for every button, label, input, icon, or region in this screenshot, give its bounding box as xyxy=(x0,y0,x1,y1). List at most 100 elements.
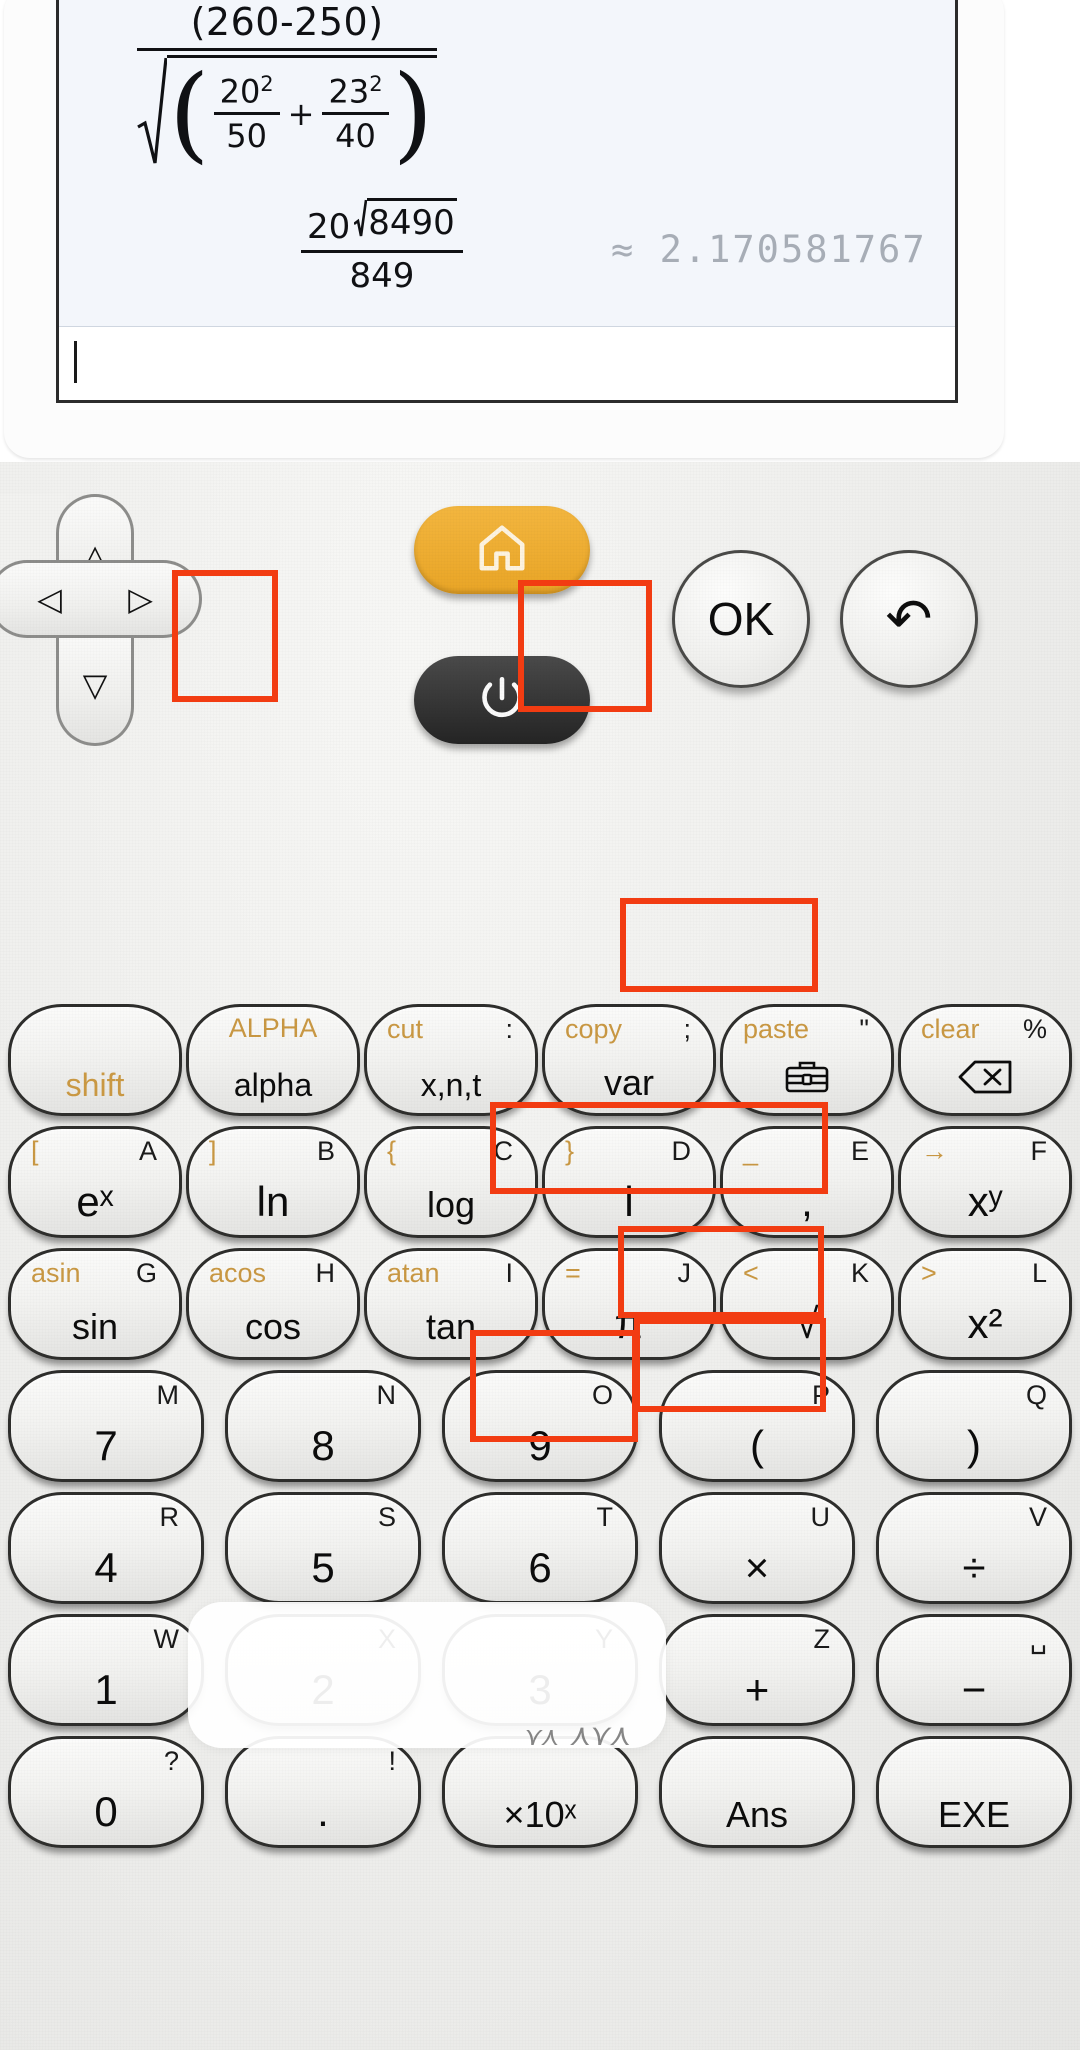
power-icon xyxy=(477,673,527,728)
term-operator: + xyxy=(287,94,315,133)
exact-radicand: 8490 xyxy=(367,198,457,247)
key-alpha[interactable]: ALPHA alpha xyxy=(186,1004,360,1116)
home-button[interactable] xyxy=(414,506,590,594)
expression-denominator: ( 202 50 + 232 40) xyxy=(137,51,438,167)
key-close-paren-alpha-label: Q xyxy=(1025,1380,1047,1410)
ok-button[interactable]: OK xyxy=(672,550,810,688)
key-x-squared[interactable]: > Lx² xyxy=(898,1248,1072,1360)
key-clear[interactable]: clear% xyxy=(898,1004,1072,1116)
back-button[interactable]: ↶ xyxy=(840,550,978,688)
key-nine[interactable]: O9 xyxy=(442,1370,638,1482)
key-eight[interactable]: N8 xyxy=(225,1370,421,1482)
key-one-label: 1 xyxy=(94,1666,118,1713)
arrow-right-icon: ▷ xyxy=(128,581,153,617)
entry-line[interactable] xyxy=(59,326,955,400)
key-open-paren-label: ( xyxy=(750,1422,764,1469)
key-ln-shift-label: ] xyxy=(209,1136,217,1166)
key-log-shift-label: { xyxy=(387,1136,397,1166)
key-exe[interactable]: EXE xyxy=(876,1736,1072,1848)
key-log[interactable]: {Clog xyxy=(364,1126,538,1238)
key-i[interactable]: } Di xyxy=(542,1126,716,1238)
key-one[interactable]: W1 xyxy=(8,1614,204,1726)
key-minus-label: − xyxy=(961,1666,987,1713)
key-x-to-y-alpha-label: F xyxy=(1030,1136,1048,1166)
exact-result: 20 8490 849 xyxy=(301,198,463,296)
key-seven[interactable]: M7 xyxy=(8,1370,204,1482)
text-cursor xyxy=(74,341,77,383)
key-paste-alpha-label: " xyxy=(859,1014,869,1044)
key-cos[interactable]: acos Hcos xyxy=(186,1248,360,1360)
key-cos-alpha-label: H xyxy=(315,1258,336,1288)
key-sqrt-shift-label: < xyxy=(743,1258,759,1288)
key-shift[interactable]: shift xyxy=(8,1004,182,1116)
power-button[interactable] xyxy=(414,656,590,744)
key-eight-label: 8 xyxy=(311,1422,335,1469)
key-pi-shift-label: = xyxy=(565,1258,581,1288)
key-x-to-y-label: xʸ xyxy=(967,1178,1003,1225)
key-e-to-x-alpha-label: A xyxy=(138,1136,157,1166)
key-six[interactable]: T6 xyxy=(442,1492,638,1604)
nav-down-button[interactable]: ▽ xyxy=(56,626,134,746)
key-pi[interactable]: = Jπ xyxy=(542,1248,716,1360)
key-plus[interactable]: Z + xyxy=(659,1614,855,1726)
arrow-down-icon: ▽ xyxy=(82,666,108,703)
key-seven-alpha-label: M xyxy=(156,1380,180,1410)
key-var-label: var xyxy=(603,1062,654,1103)
exact-radical: 8490 xyxy=(353,198,457,247)
key-pi-label: π xyxy=(614,1300,644,1347)
key-var[interactable]: copy; var xyxy=(542,1004,716,1116)
key-x-squared-alpha-label: L xyxy=(1031,1258,1047,1288)
key-zero[interactable]: ? 0 xyxy=(8,1736,204,1848)
key-decimal[interactable]: !. xyxy=(225,1736,421,1848)
ok-label: OK xyxy=(707,593,775,645)
key-divide[interactable]: V ÷ xyxy=(876,1492,1072,1604)
key-x-n-t[interactable]: cut: x,n,t xyxy=(364,1004,538,1116)
key-sqrt-label: √ xyxy=(795,1300,819,1347)
row-789: M 7 N 8 O 9 P(Q) xyxy=(0,1370,1080,1482)
overlay-smudge-right: ⋏⋎⋏ xyxy=(567,1718,633,1753)
key-minus-alpha-label: ␣ xyxy=(1029,1624,1047,1654)
key-decimal-label: . xyxy=(317,1788,329,1835)
key-ln-label: ln xyxy=(256,1178,290,1225)
term-one-numerator: 202 xyxy=(219,71,274,111)
key-four[interactable]: R4 xyxy=(8,1492,204,1604)
overlay-smudge-left: ⋎⋏ xyxy=(521,1722,561,1752)
key-four-alpha-label: R xyxy=(159,1502,180,1532)
key-clear-alpha-label: % xyxy=(1022,1014,1047,1044)
approx-value: 2.170581767 xyxy=(659,228,927,271)
key-x-squared-label: x² xyxy=(967,1300,1003,1347)
key-six-alpha-label: T xyxy=(596,1502,614,1532)
term-one: 202 50 xyxy=(213,71,280,155)
key-plus-label: + xyxy=(744,1666,770,1713)
term-two: 232 40 xyxy=(322,72,389,155)
key-minus[interactable]: ␣ − xyxy=(876,1614,1072,1726)
key-tan[interactable]: atan Itan xyxy=(364,1248,538,1360)
key-close-paren-label: ) xyxy=(967,1422,981,1469)
key-ln[interactable]: ] Bln xyxy=(186,1126,360,1238)
key-e-to-x-shift-label: [ xyxy=(31,1136,39,1166)
approx-result: ≈ 2.170581767 xyxy=(611,228,927,271)
radical-contents: ( 202 50 + 232 40) xyxy=(167,55,438,167)
key-multiply[interactable]: U × xyxy=(659,1492,855,1604)
key-close-paren[interactable]: Q) xyxy=(876,1370,1072,1482)
home-icon xyxy=(475,521,529,580)
key-e-to-x[interactable]: [Aeˣ xyxy=(8,1126,182,1238)
key-sin[interactable]: asin Gsin xyxy=(8,1248,182,1360)
nav-right-button[interactable]: ▷ xyxy=(82,560,202,638)
exact-result-fraction: 20 8490 849 xyxy=(301,198,463,296)
key-comma[interactable]: _ E, xyxy=(720,1126,894,1238)
key-ans[interactable]: Ans xyxy=(659,1736,855,1848)
key-x-n-t-alpha-label: : xyxy=(505,1014,513,1044)
key-x-n-t-label: x,n,t xyxy=(420,1067,482,1103)
key-paste[interactable]: paste " xyxy=(720,1004,894,1116)
key-cos-shift-label: acos xyxy=(209,1258,267,1288)
key-five[interactable]: S5 xyxy=(225,1492,421,1604)
key-sqrt[interactable]: < K √ xyxy=(720,1248,894,1360)
row-456: R 4 S 5 T 6 U × V ÷ xyxy=(0,1492,1080,1604)
key-x-to-y[interactable]: → Fxʸ xyxy=(898,1126,1072,1238)
key-open-paren[interactable]: P( xyxy=(659,1370,855,1482)
radical-sign-icon xyxy=(137,55,167,167)
key-var-alpha-label: ; xyxy=(683,1014,691,1044)
expression-numerator: (260-250) xyxy=(190,0,384,44)
key-four-label: 4 xyxy=(94,1544,118,1591)
